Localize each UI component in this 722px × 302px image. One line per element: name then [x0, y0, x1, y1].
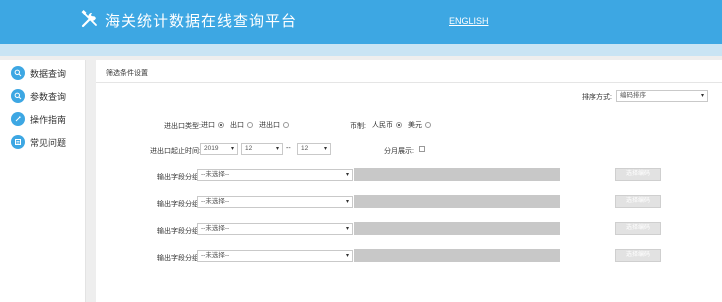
search-icon	[11, 66, 25, 80]
radio-import-export[interactable]	[283, 122, 289, 128]
output-group-select[interactable]: --未选择-- ▾	[197, 169, 353, 181]
year-value: 2019	[204, 145, 219, 152]
select-code-button[interactable]: 选择编码	[615, 222, 661, 235]
radio-import[interactable]	[218, 122, 224, 128]
sidebar-item-data-query[interactable]: 数据查询	[0, 62, 86, 84]
monthly-display-checkbox[interactable]	[419, 146, 425, 152]
trade-type-radio-group: 进口 出口 进出口	[201, 120, 295, 130]
selected-codes-field	[354, 168, 560, 181]
start-month-select[interactable]: 12 ▾	[241, 143, 283, 155]
period-label: 进出口起止时间:	[150, 148, 201, 155]
year-select[interactable]: 2019 ▾	[200, 143, 238, 155]
app-title: 海关统计数据在线查询平台	[105, 12, 298, 30]
panel-title: 筛选条件设置	[106, 70, 148, 77]
radio-label-rmb: 人民币	[372, 122, 393, 129]
output-group-select-value: --未选择--	[201, 252, 230, 259]
trade-type-label: 进出口类型:	[164, 123, 201, 130]
range-separator: --	[286, 145, 291, 152]
currency-radio-group: 人民币 美元	[372, 120, 437, 130]
sidebar-item-label: 操作指南	[30, 115, 67, 126]
output-group-select[interactable]: --未选择-- ▾	[197, 250, 353, 262]
output-group-select-value: --未选择--	[201, 225, 230, 232]
sidebar-item-label: 参数查询	[30, 92, 67, 103]
radio-export[interactable]	[247, 122, 253, 128]
sidebar-item-label: 常见问题	[30, 138, 67, 149]
select-code-button[interactable]: 选择编码	[615, 168, 661, 181]
filter-panel: 筛选条件设置 排序方式: 编码排序 ▾ 进出口类型: 进口 出口 进出口 币制:…	[96, 60, 722, 302]
sort-select-value: 编码排序	[620, 92, 646, 99]
magnifier-icon	[11, 89, 25, 103]
chevron-down-icon: ▾	[323, 146, 327, 152]
sidebar-item-param-query[interactable]: 参数查询	[0, 85, 86, 107]
sidebar-item-faq[interactable]: 常见问题	[0, 131, 86, 153]
chevron-down-icon: ▾	[345, 172, 349, 178]
header-bar: 海关统计数据在线查询平台 ENGLISH	[0, 0, 722, 44]
radio-label-import-export: 进出口	[259, 122, 280, 129]
output-group-select[interactable]: --未选择-- ▾	[197, 196, 353, 208]
header-subbar	[0, 44, 722, 56]
selected-codes-field	[354, 222, 560, 235]
faq-icon	[11, 135, 25, 149]
start-month-value: 12	[245, 145, 253, 152]
monthly-display-label: 分月展示:	[384, 148, 414, 155]
select-code-button[interactable]: 选择编码	[615, 195, 661, 208]
chevron-down-icon: ▾	[700, 93, 704, 99]
selected-codes-field	[354, 249, 560, 262]
output-group-label: 输出字段分组:	[157, 255, 201, 262]
output-group-label: 输出字段分组:	[157, 228, 201, 235]
sort-select[interactable]: 编码排序 ▾	[616, 90, 708, 102]
output-group-select[interactable]: --未选择-- ▾	[197, 223, 353, 235]
output-group-label: 输出字段分组:	[157, 201, 201, 208]
radio-usd[interactable]	[425, 122, 431, 128]
panel-divider	[96, 82, 722, 83]
radio-label-import: 进口	[201, 122, 215, 129]
radio-label-export: 出口	[230, 122, 244, 129]
chevron-down-icon: ▾	[345, 253, 349, 259]
currency-label: 币制:	[350, 123, 366, 130]
output-group-select-value: --未选择--	[201, 171, 230, 178]
end-month-select[interactable]: 12 ▾	[297, 143, 331, 155]
end-month-value: 12	[301, 145, 309, 152]
sort-label: 排序方式:	[582, 94, 612, 101]
sidebar-item-label: 数据查询	[30, 69, 67, 80]
guide-icon	[11, 112, 25, 126]
chevron-down-icon: ▾	[345, 199, 349, 205]
radio-label-usd: 美元	[408, 122, 422, 129]
select-code-button[interactable]: 选择编码	[615, 249, 661, 262]
chevron-down-icon: ▾	[345, 226, 349, 232]
sidebar-item-guide[interactable]: 操作指南	[0, 108, 86, 130]
output-group-select-value: --未选择--	[201, 198, 230, 205]
sidebar: 数据查询 参数查询 操作指南 常见问题	[0, 60, 86, 302]
english-link[interactable]: ENGLISH	[449, 16, 489, 26]
selected-codes-field	[354, 195, 560, 208]
radio-rmb[interactable]	[396, 122, 402, 128]
output-group-label: 输出字段分组:	[157, 174, 201, 181]
chevron-down-icon: ▾	[275, 146, 279, 152]
tools-logo-icon	[81, 10, 97, 28]
chevron-down-icon: ▾	[230, 146, 234, 152]
